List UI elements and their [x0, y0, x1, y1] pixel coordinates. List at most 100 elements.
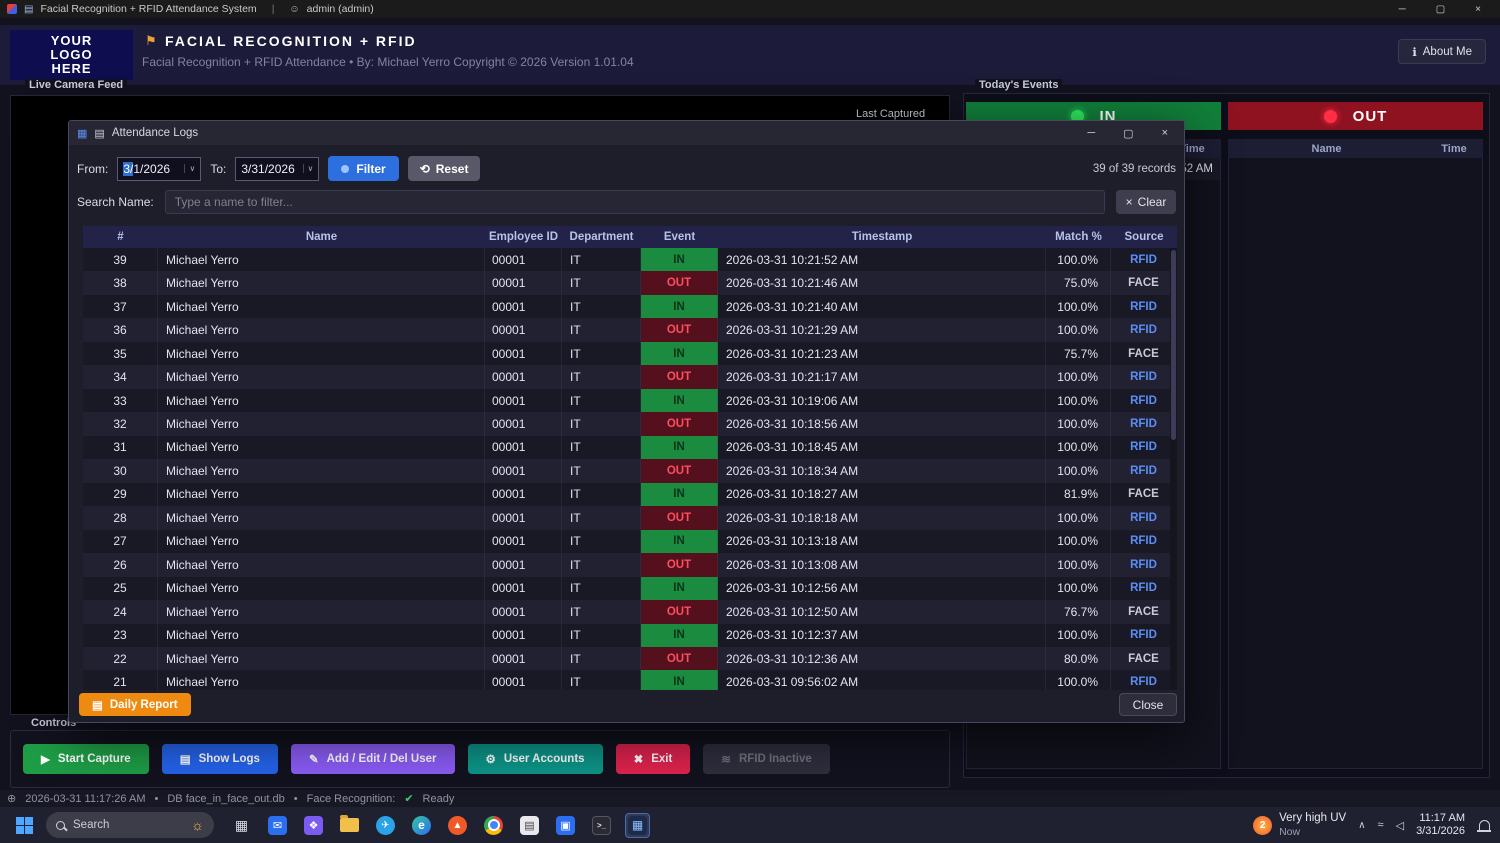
telegram-icon[interactable]: ✈ [373, 813, 398, 838]
table-row[interactable]: 28 Michael Yerro 00001 IT OUT 2026-03-31… [83, 506, 1177, 530]
edge-icon[interactable]: e [409, 813, 434, 838]
attendance-app-taskbar-icon[interactable]: ▦ [625, 812, 650, 838]
table-row[interactable]: 35 Michael Yerro 00001 IT IN 2026-03-31 … [83, 341, 1177, 366]
show-logs-button[interactable]: ▤ Show Logs [161, 744, 278, 774]
event-badge: IN [641, 670, 718, 690]
table-row[interactable]: 27 Michael Yerro 00001 IT IN 2026-03-31 … [83, 529, 1177, 554]
table-row[interactable]: 31 Michael Yerro 00001 IT IN 2026-03-31 … [83, 435, 1177, 460]
show-logs-label: Show Logs [198, 753, 260, 765]
mail-icon[interactable]: ✉ [265, 813, 290, 838]
to-date-value: 3/31/2026 [241, 161, 295, 176]
table-row[interactable]: 25 Michael Yerro 00001 IT IN 2026-03-31 … [83, 576, 1177, 601]
maximize-icon[interactable]: ▢ [1436, 4, 1445, 15]
chrome-icon[interactable] [481, 813, 506, 838]
table-row[interactable]: 30 Michael Yerro 00001 IT OUT 2026-03-31… [83, 459, 1177, 483]
cell-employee-id: 00001 [485, 435, 562, 460]
user-accounts-button[interactable]: ⚙ User Accounts [467, 744, 603, 774]
logo: YOUR LOGO HERE [10, 30, 133, 80]
chevron-down-icon[interactable]: ∨ [302, 164, 313, 173]
network-icon[interactable]: ≈ [1378, 819, 1384, 831]
weather-widget[interactable]: 2 Very high UV Now [1253, 811, 1346, 839]
out-indicator-icon [1323, 109, 1337, 123]
table-scrollbar[interactable] [1170, 248, 1177, 690]
table-row[interactable]: 36 Michael Yerro 00001 IT OUT 2026-03-31… [83, 318, 1177, 342]
task-view-icon[interactable]: ▦ [229, 813, 254, 838]
filter-button[interactable]: Filter [328, 156, 399, 181]
teams-icon[interactable]: ❖ [301, 813, 326, 838]
notes-icon[interactable]: ▤ [517, 813, 542, 838]
col-match: Match % [1055, 231, 1102, 243]
daily-report-button[interactable]: ▤ Daily Report [79, 693, 191, 716]
about-me-button[interactable]: ℹ About Me [1398, 39, 1486, 64]
cell-name: Michael Yerro [158, 435, 485, 460]
minimize-icon[interactable]: ─ [1087, 127, 1095, 140]
cell-number: 22 [83, 646, 158, 671]
cell-source: FACE [1111, 271, 1177, 295]
chevron-down-icon[interactable]: ∨ [184, 164, 195, 173]
cell-match: 100.0% [1046, 529, 1111, 554]
event-badge: IN [641, 482, 718, 507]
rfid-inactive-button: ≋ RFID Inactive [703, 744, 830, 774]
cell-number: 27 [83, 529, 158, 554]
close-icon[interactable]: × [1475, 4, 1481, 15]
search-row: Search Name: × Clear [77, 190, 1176, 214]
cell-department: IT [562, 670, 641, 690]
taskbar-search[interactable]: Search ☼ [46, 812, 214, 838]
modal-titlebar[interactable]: ▦ ▤ Attendance Logs ─ ▢ × [69, 121, 1184, 145]
table-row[interactable]: 38 Michael Yerro 00001 IT OUT 2026-03-31… [83, 271, 1177, 295]
minimize-icon[interactable]: ─ [1399, 4, 1406, 15]
table-row[interactable]: 33 Michael Yerro 00001 IT IN 2026-03-31 … [83, 388, 1177, 413]
scrollbar-thumb[interactable] [1171, 250, 1176, 440]
cell-employee-id: 00001 [485, 623, 562, 647]
maximize-icon[interactable]: ▢ [1123, 127, 1133, 140]
start-button[interactable] [16, 816, 33, 834]
reset-button[interactable]: ⟲ Reset [407, 156, 481, 181]
search-icon [56, 820, 65, 830]
volume-icon[interactable]: ◁ [1396, 819, 1404, 832]
search-name-label: Search Name: [77, 195, 154, 209]
clock[interactable]: 11:17 AM 3/31/2026 [1416, 812, 1465, 838]
table-row[interactable]: 34 Michael Yerro 00001 IT OUT 2026-03-31… [83, 365, 1177, 389]
table-row[interactable]: 39 Michael Yerro 00001 IT IN 2026-03-31 … [83, 248, 1177, 272]
status-db: DB face_in_face_out.db [167, 792, 285, 805]
cell-employee-id: 00001 [485, 576, 562, 601]
store-icon[interactable]: ▣ [553, 813, 578, 838]
cell-name: Michael Yerro [158, 294, 485, 319]
file-explorer-icon[interactable] [337, 813, 362, 838]
terminal-icon[interactable]: >_ [589, 813, 614, 838]
close-icon[interactable]: × [1162, 127, 1168, 140]
table-row[interactable]: 23 Michael Yerro 00001 IT IN 2026-03-31 … [83, 623, 1177, 647]
cell-department: IT [562, 646, 641, 671]
tray-chevron-icon[interactable]: ∧ [1358, 820, 1365, 831]
event-badge: IN [641, 294, 718, 319]
cell-number: 35 [83, 341, 158, 366]
table-row[interactable]: 29 Michael Yerro 00001 IT IN 2026-03-31 … [83, 482, 1177, 507]
cell-employee-id: 00001 [485, 506, 562, 530]
brave-icon[interactable]: ▲ [445, 813, 470, 838]
table-row[interactable]: 21 Michael Yerro 00001 IT IN 2026-03-31 … [83, 670, 1177, 690]
to-date-field[interactable]: 3/31/2026 ∨ [235, 156, 320, 181]
table-row[interactable]: 37 Michael Yerro 00001 IT IN 2026-03-31 … [83, 294, 1177, 319]
edge-glyph: e [412, 815, 431, 835]
cell-match: 100.0% [1046, 435, 1111, 460]
clear-button[interactable]: × Clear [1116, 190, 1176, 214]
titlebar-user: admin (admin) [306, 3, 374, 15]
cell-match: 81.9% [1046, 482, 1111, 507]
cell-timestamp: 2026-03-31 10:12:36 AM [718, 646, 1046, 671]
event-badge: OUT [641, 646, 718, 671]
start-capture-button[interactable]: ▶ Start Capture [23, 744, 149, 774]
exit-button[interactable]: ✖ Exit [615, 744, 691, 774]
cell-name: Michael Yerro [158, 623, 485, 647]
terminal-glyph: >_ [592, 815, 611, 835]
table-row[interactable]: 22 Michael Yerro 00001 IT OUT 2026-03-31… [83, 646, 1177, 671]
add-edit-del-user-button[interactable]: ✎ Add / Edit / Del User [290, 744, 455, 774]
modal-close-button[interactable]: Close [1119, 693, 1177, 716]
table-row[interactable]: 32 Michael Yerro 00001 IT OUT 2026-03-31… [83, 412, 1177, 436]
cell-match: 100.0% [1046, 553, 1111, 577]
table-row[interactable]: 24 Michael Yerro 00001 IT OUT 2026-03-31… [83, 600, 1177, 624]
table-row[interactable]: 26 Michael Yerro 00001 IT OUT 2026-03-31… [83, 553, 1177, 577]
notification-bell-icon[interactable] [1477, 820, 1491, 832]
cell-employee-id: 00001 [485, 412, 562, 436]
from-date-field[interactable]: 3/1/2026 ∨ [117, 156, 202, 181]
search-input[interactable] [164, 190, 1105, 214]
